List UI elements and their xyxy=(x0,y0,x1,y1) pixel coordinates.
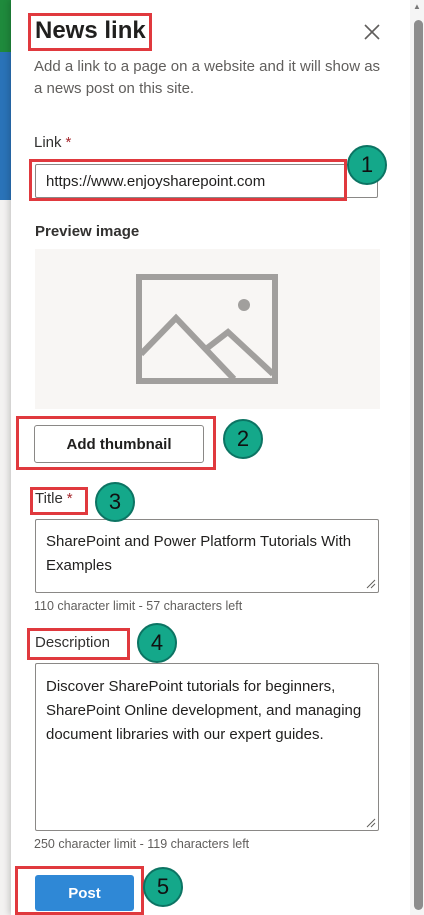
annotation-box-title xyxy=(28,13,152,51)
image-placeholder-icon xyxy=(136,274,278,384)
panel-description: Add a link to a page on a website and it… xyxy=(34,58,381,97)
close-icon[interactable] xyxy=(362,22,382,42)
description-input[interactable]: Discover SharePoint tutorials for beginn… xyxy=(35,663,379,831)
annotation-badge-1: 1 xyxy=(347,145,387,185)
background-page-green-strip xyxy=(0,0,11,52)
preview-image-label: Preview image xyxy=(35,223,140,240)
scrollbar-thumb[interactable] xyxy=(414,20,423,910)
description-character-count: 250 character limit - 119 characters lef… xyxy=(34,837,250,851)
resize-handle-icon[interactable] xyxy=(366,579,376,589)
annotation-box-link xyxy=(29,159,347,201)
title-character-count: 110 character limit - 57 characters left xyxy=(34,599,243,613)
annotation-badge-5: 5 xyxy=(143,867,183,907)
title-input[interactable]: SharePoint and Power Platform Tutorials … xyxy=(35,519,379,593)
link-label: Link * xyxy=(34,134,71,151)
annotation-badge-4: 4 xyxy=(137,623,177,663)
annotation-box-thumbnail xyxy=(16,416,216,470)
annotation-badge-2: 2 xyxy=(223,419,263,459)
resize-handle-icon[interactable] xyxy=(366,818,376,828)
annotation-box-post xyxy=(15,866,144,915)
link-label-text: Link xyxy=(34,134,62,151)
background-page-blue-strip xyxy=(0,52,11,200)
required-mark: * xyxy=(65,134,72,151)
annotation-box-description-label xyxy=(27,628,130,660)
annotation-box-title-label xyxy=(30,487,88,515)
scroll-up-arrow-icon[interactable]: ▲ xyxy=(413,2,421,11)
annotation-badge-3: 3 xyxy=(95,482,135,522)
